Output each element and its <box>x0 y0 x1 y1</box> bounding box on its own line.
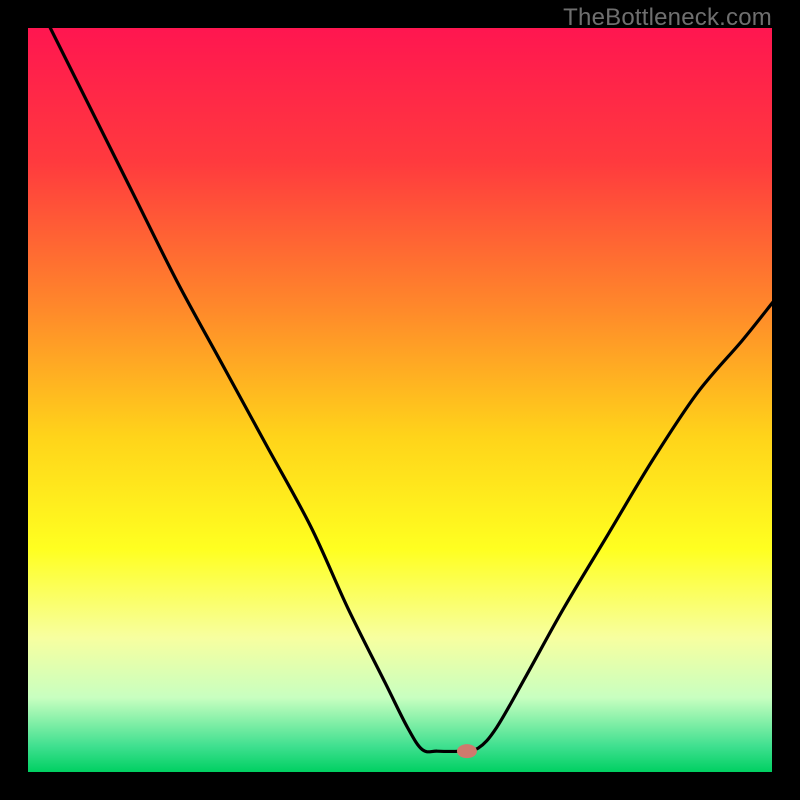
chart-background <box>28 28 772 772</box>
chart-frame <box>28 28 772 772</box>
bottleneck-chart <box>28 28 772 772</box>
optimal-point-marker <box>457 744 477 758</box>
